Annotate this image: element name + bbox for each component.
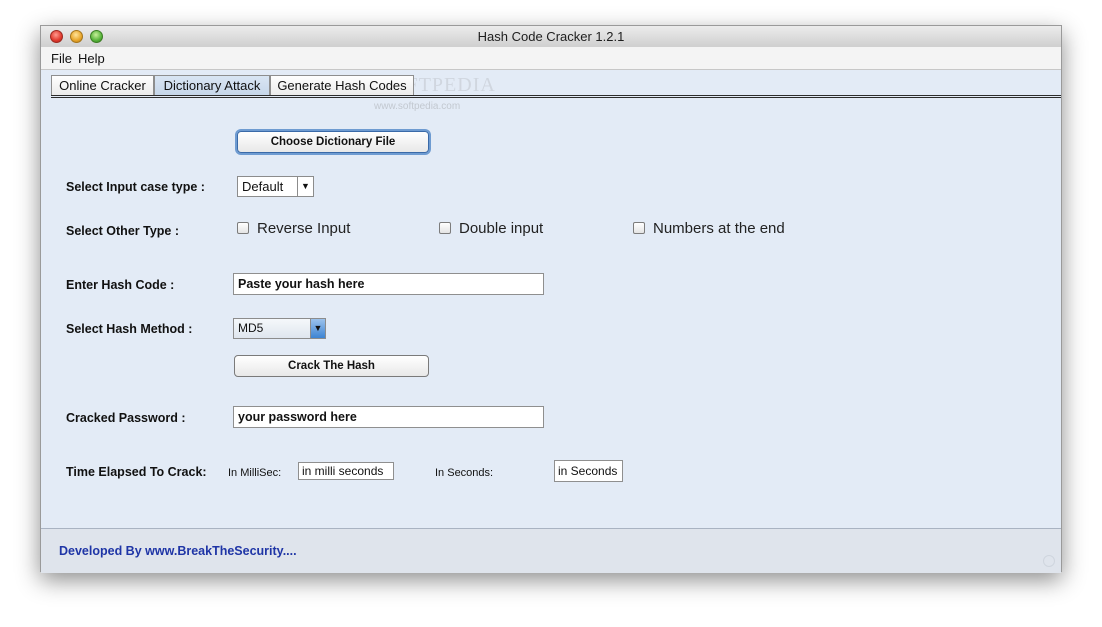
dictionary-attack-panel: Choose Dictionary File Select Input case…	[41, 100, 1061, 528]
menu-bar: File Help	[41, 47, 1061, 70]
choose-dictionary-file-button[interactable]: Choose Dictionary File	[237, 131, 429, 153]
seconds-label: In Seconds:	[435, 467, 494, 479]
hash-code-label: Enter Hash Code :	[66, 278, 175, 292]
tab-divider	[51, 95, 1061, 98]
crack-hash-button[interactable]: Crack The Hash	[234, 355, 429, 377]
case-type-value: Default	[242, 179, 284, 194]
seconds-field[interactable]: in Seconds	[554, 460, 623, 482]
numbers-at-end-label[interactable]: Numbers at the end	[653, 220, 785, 237]
hash-method-value: MD5	[238, 321, 264, 335]
menu-file[interactable]: File	[51, 51, 72, 66]
case-type-select[interactable]: Default ▼	[237, 176, 314, 197]
time-elapsed-label: Time Elapsed To Crack:	[66, 465, 207, 479]
case-type-label: Select Input case type :	[66, 180, 205, 194]
tab-bar: SOFTPEDIA www.softpedia.com Online Crack…	[41, 70, 1061, 112]
reverse-input-label[interactable]: Reverse Input	[257, 220, 350, 237]
app-window: Hash Code Cracker 1.2.1 File Help SOFTPE…	[40, 25, 1062, 573]
millisec-label: In MilliSec:	[228, 467, 282, 479]
menu-help[interactable]: Help	[78, 51, 105, 66]
title-bar[interactable]: Hash Code Cracker 1.2.1	[41, 26, 1061, 48]
footer: Developed By www.BreakTheSecurity....	[41, 528, 1061, 573]
numbers-at-end-checkbox[interactable]	[633, 222, 645, 234]
hash-method-select[interactable]: MD5 ▼	[233, 318, 326, 339]
hash-code-input[interactable]: Paste your hash here	[233, 273, 544, 295]
tab-online-cracker[interactable]: Online Cracker	[51, 75, 154, 95]
resize-grip-icon[interactable]	[1043, 555, 1055, 567]
cracked-password-label: Cracked Password :	[66, 411, 186, 425]
chevron-down-icon: ▼	[297, 177, 313, 196]
window-title: Hash Code Cracker 1.2.1	[477, 29, 625, 44]
developer-credit[interactable]: Developed By www.BreakTheSecurity....	[59, 544, 297, 558]
double-input-checkbox[interactable]	[439, 222, 451, 234]
cracked-password-field[interactable]: your password here	[233, 406, 544, 428]
reverse-input-checkbox[interactable]	[237, 222, 249, 234]
other-type-label: Select Other Type :	[66, 224, 179, 238]
millisec-field[interactable]: in milli seconds	[298, 462, 394, 480]
hash-method-label: Select Hash Method :	[66, 322, 193, 336]
chevron-down-icon: ▼	[310, 319, 325, 338]
double-input-label[interactable]: Double input	[459, 220, 543, 237]
tab-generate-hash-codes[interactable]: Generate Hash Codes	[270, 75, 414, 95]
tab-dictionary-attack[interactable]: Dictionary Attack	[154, 75, 270, 95]
